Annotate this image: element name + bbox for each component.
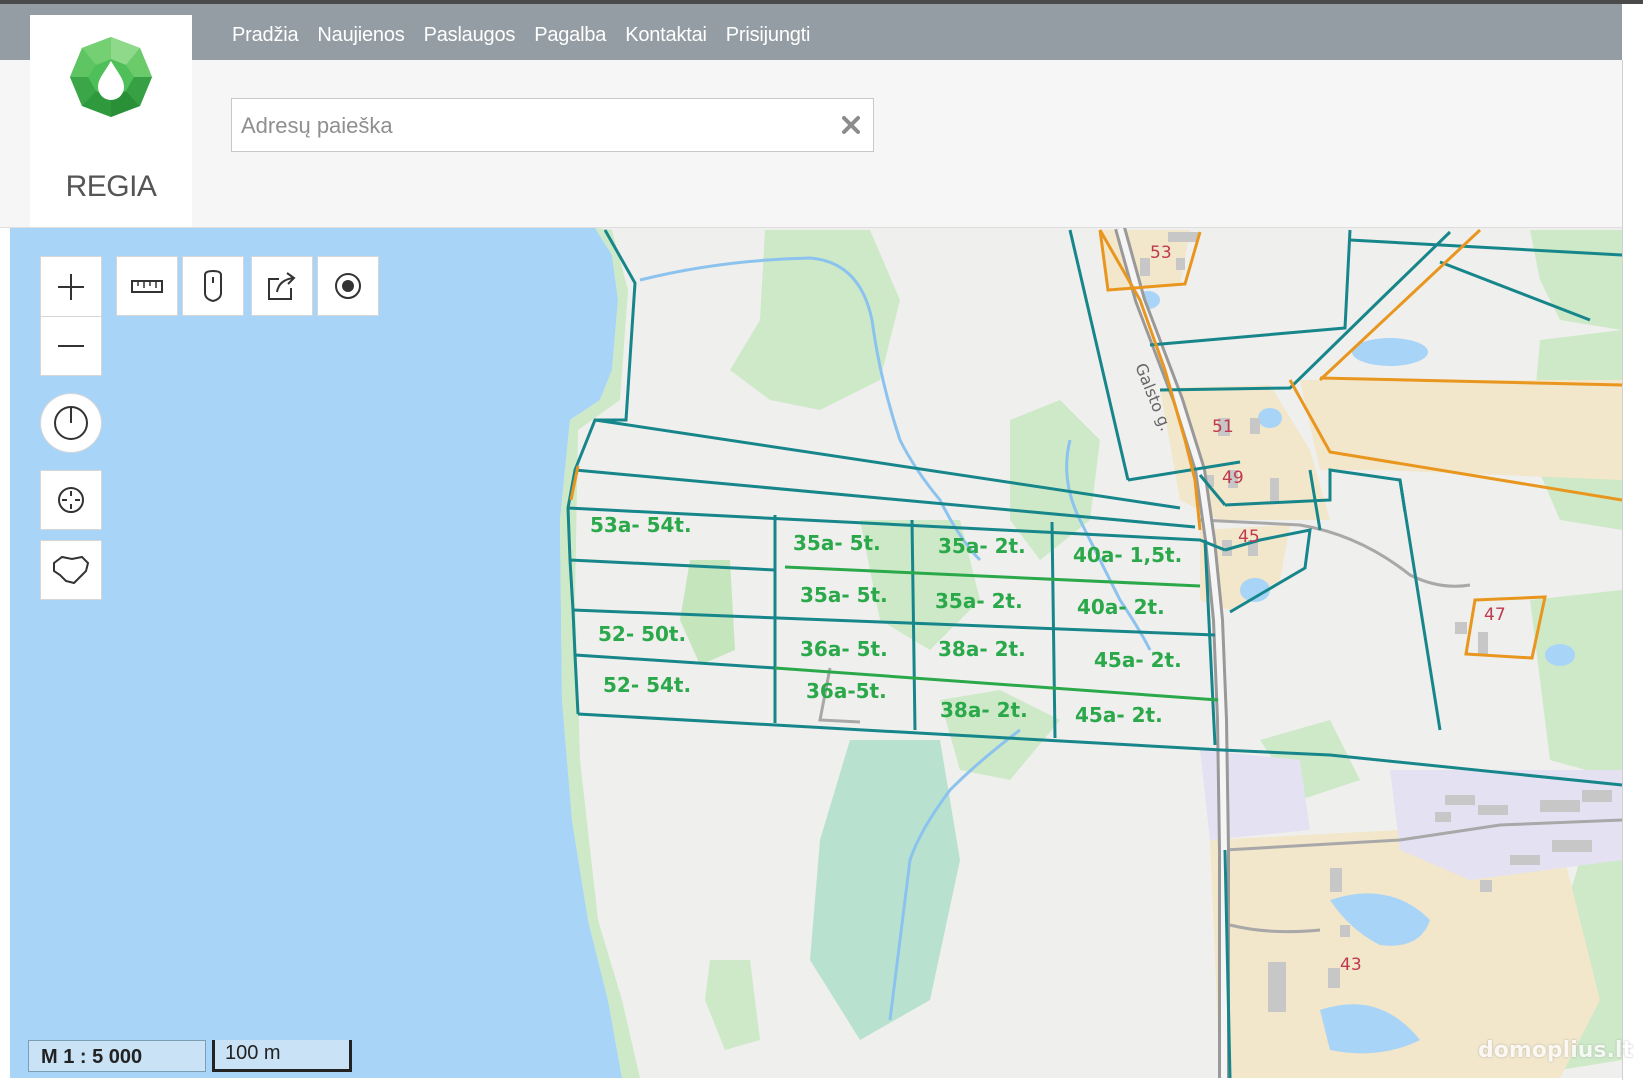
plot-label: 36a-5t. (806, 679, 887, 703)
address-search-box (231, 98, 874, 153)
nav-link-pagalba[interactable]: Pagalba (534, 24, 606, 47)
pond (1545, 644, 1575, 666)
country-extent-button[interactable] (40, 540, 102, 600)
page-right-edge (1622, 60, 1643, 1080)
nav-link-paslaugos[interactable]: Paslaugos (424, 24, 516, 47)
target-icon (335, 273, 361, 299)
scale-bar: 100 m (212, 1040, 352, 1072)
plot-label: 38a- 2t. (938, 637, 1026, 661)
plot-label: 36a- 5t. (800, 637, 888, 661)
compass-icon (54, 406, 88, 440)
measure-button[interactable] (116, 256, 178, 316)
nav-link-pradzia[interactable]: Pradžia (232, 24, 299, 47)
house-number: 47 (1484, 605, 1506, 625)
plot-label: 40a- 2t. (1077, 595, 1165, 619)
marker-button[interactable] (182, 256, 244, 316)
plot-label: 40a- 1,5t. (1073, 543, 1182, 567)
plot-label: 35a- 2t. (938, 534, 1026, 558)
map-view[interactable]: Galsto g. 53 51 49 45 47 43 53a- 54t. 35… (10, 228, 1622, 1078)
crosshair-icon (58, 487, 84, 513)
logo-text: REGIA (65, 170, 157, 203)
lithuania-map-icon (53, 555, 90, 585)
plot-label: 45a- 2t. (1094, 648, 1182, 672)
map-pin-icon (204, 269, 222, 303)
plot-label: 35a- 5t. (800, 583, 888, 607)
regia-logo-icon (70, 37, 152, 117)
compass-button[interactable] (40, 393, 102, 453)
residential-area (1300, 380, 1622, 480)
locate-button[interactable] (40, 470, 102, 530)
industrial-area (1200, 750, 1310, 840)
plus-icon (58, 273, 84, 300)
watermark: domoplius.lt (1478, 1038, 1633, 1063)
plot-label: 53a- 54t. (590, 513, 692, 537)
clear-icon[interactable] (837, 111, 865, 139)
house-number: 49 (1222, 468, 1244, 488)
plot-label: 35a- 2t. (935, 589, 1023, 613)
gps-button[interactable] (317, 256, 379, 316)
minus-icon (58, 345, 84, 347)
zoom-out-button[interactable] (40, 316, 102, 376)
plot-label: 52- 54t. (603, 673, 691, 697)
nav-link-kontaktai[interactable]: Kontaktai (625, 24, 707, 47)
nav-menu: Pradžia Naujienos Paslaugos Pagalba Kont… (232, 24, 829, 47)
nav-link-naujienos[interactable]: Naujienos (317, 24, 404, 47)
zoom-in-button[interactable] (40, 256, 102, 317)
plot-label: 38a- 2t. (940, 698, 1028, 722)
plot-label: 52- 50t. (598, 622, 686, 646)
ruler-icon (131, 280, 163, 293)
plot-label: 45a- 2t. (1075, 703, 1163, 727)
plot-label: 35a- 5t. (793, 531, 881, 555)
map-canvas: Galsto g. 53 51 49 45 47 43 53a- 54t. 35… (10, 228, 1622, 1078)
logo[interactable]: REGIA (30, 15, 192, 227)
house-number: 45 (1238, 527, 1260, 547)
pond (1258, 408, 1282, 428)
pond (1352, 338, 1428, 366)
house-number: 43 (1340, 955, 1362, 975)
house-number: 51 (1212, 417, 1234, 437)
top-navigation-bar: Pradžia Naujienos Paslaugos Pagalba Kont… (0, 4, 1622, 60)
nav-link-prisijungti[interactable]: Prisijungti (726, 24, 811, 47)
share-icon (268, 272, 296, 300)
share-button[interactable] (251, 256, 313, 316)
map-scale: M 1 : 5 000 100 m (28, 1040, 352, 1072)
address-search-input[interactable] (232, 99, 823, 153)
house-number: 53 (1150, 243, 1172, 263)
scale-ratio: M 1 : 5 000 (28, 1040, 206, 1072)
